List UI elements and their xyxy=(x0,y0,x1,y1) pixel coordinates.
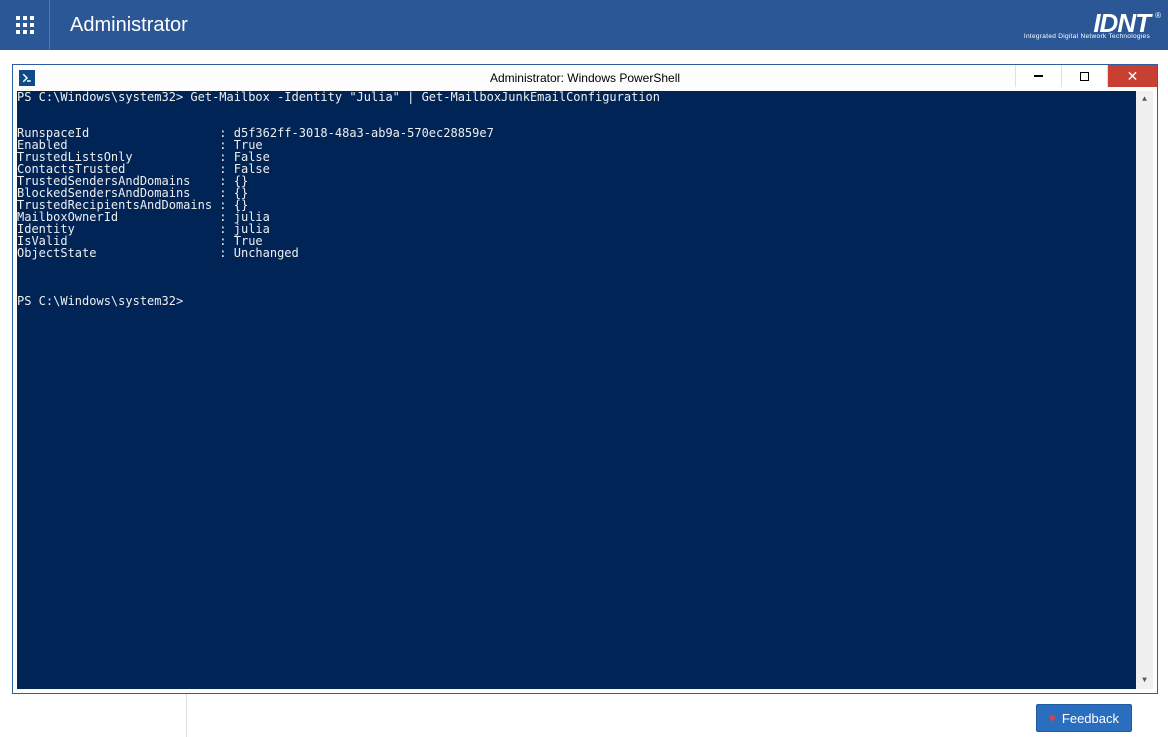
window-titlebar[interactable]: Administrator: Windows PowerShell ✕ xyxy=(13,65,1157,91)
feedback-button[interactable]: ♥ Feedback xyxy=(1036,704,1132,732)
close-icon: ✕ xyxy=(1127,69,1139,83)
maximize-icon xyxy=(1080,72,1089,81)
workspace: Administrator: Windows PowerShell ✕ PS C… xyxy=(0,50,1168,737)
page-title: Administrator xyxy=(50,14,188,37)
terminal-output: PS C:\Windows\system32> Get-Mailbox -Ide… xyxy=(17,91,1153,307)
brand-logo: IDNT® Integrated Digital Network Technol… xyxy=(1024,10,1168,41)
top-banner: Administrator IDNT® Integrated Digital N… xyxy=(0,0,1168,50)
apps-grid-icon xyxy=(16,16,34,34)
scrollbar[interactable]: ▲ ▼ xyxy=(1136,91,1153,689)
close-button[interactable]: ✕ xyxy=(1107,65,1157,87)
minimize-icon xyxy=(1034,75,1043,77)
window-title: Administrator: Windows PowerShell xyxy=(13,71,1157,85)
brand-name: IDNT xyxy=(1093,8,1150,38)
divider xyxy=(186,694,187,737)
brand-registered: ® xyxy=(1155,12,1160,20)
minimize-button[interactable] xyxy=(1015,65,1061,87)
heart-icon: ♥ xyxy=(1049,711,1056,725)
apps-launcher-button[interactable] xyxy=(0,0,50,50)
feedback-label: Feedback xyxy=(1062,711,1119,726)
maximize-button[interactable] xyxy=(1061,65,1107,87)
powershell-icon xyxy=(19,70,35,86)
scroll-down-arrow-icon[interactable]: ▼ xyxy=(1136,672,1153,689)
terminal-body[interactable]: PS C:\Windows\system32> Get-Mailbox -Ide… xyxy=(17,91,1153,689)
powershell-window: Administrator: Windows PowerShell ✕ PS C… xyxy=(12,64,1158,694)
scroll-up-arrow-icon[interactable]: ▲ xyxy=(1136,91,1153,108)
